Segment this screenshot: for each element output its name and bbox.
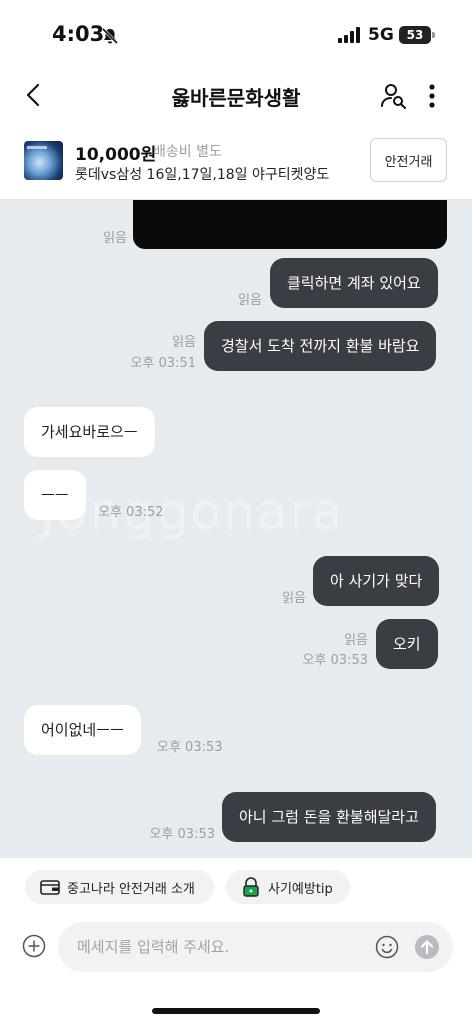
message-time: 오후 03:53 bbox=[149, 827, 215, 842]
status-bar: 4:03 5G 53 bbox=[0, 0, 472, 70]
safe-trade-button[interactable]: 안전거래 bbox=[370, 138, 447, 182]
message-time: 오후 03:53 bbox=[157, 740, 223, 755]
battery-indicator: 53 bbox=[399, 26, 435, 44]
message-bubble: 아 사기가 맞다 bbox=[313, 556, 440, 606]
signal-icon bbox=[338, 27, 360, 43]
lock-icon bbox=[243, 877, 259, 897]
read-receipt: 읽음 bbox=[103, 231, 127, 246]
home-indicator bbox=[152, 1008, 320, 1014]
bell-muted-icon bbox=[101, 27, 119, 45]
message-bubble: ㅡㅡ bbox=[24, 470, 86, 520]
message-time: 오후 03:53 bbox=[302, 653, 368, 668]
message-bubble: 아니 그럼 돈을 환불해달라고 bbox=[222, 792, 436, 842]
product-summary[interactable]: 10,000원 배송비 별도 롯데vs삼성 16일,17일,18일 야구티켓양도… bbox=[0, 122, 472, 200]
product-thumbnail[interactable] bbox=[24, 141, 63, 180]
product-title: 롯데vs삼성 16일,17일,18일 야구티켓양도 bbox=[75, 167, 330, 183]
shipping-note: 배송비 별도 bbox=[153, 144, 222, 160]
read-receipt: 읽음 bbox=[172, 335, 196, 350]
network-label: 5G bbox=[368, 25, 394, 45]
watermark: Jonggonara bbox=[40, 483, 345, 541]
user-search-icon[interactable] bbox=[380, 82, 408, 110]
emoji-icon[interactable] bbox=[375, 935, 399, 959]
read-receipt: 읽음 bbox=[282, 591, 306, 606]
wallet-icon bbox=[40, 880, 60, 895]
chat-header: 옳바른문화생활 bbox=[0, 70, 472, 122]
chip-label: 사기예방tip bbox=[268, 881, 333, 897]
message-bubble: 경찰서 도착 전까지 환불 바람요 bbox=[204, 321, 437, 371]
message-bubble: 클릭하면 계좌 있어요 bbox=[270, 258, 438, 308]
read-receipt: 읽음 bbox=[238, 293, 262, 308]
message-bubble-censored bbox=[133, 200, 447, 249]
fraud-tip-chip[interactable]: 사기예방tip bbox=[226, 870, 350, 904]
more-options-icon[interactable] bbox=[422, 82, 442, 110]
message-bubble: 가세요바로으ㅡ bbox=[24, 407, 155, 457]
message-time: 오후 03:52 bbox=[98, 505, 164, 520]
status-time: 4:03 bbox=[52, 22, 105, 46]
chip-label: 중고나라 안전거래 소개 bbox=[67, 881, 195, 897]
add-attachment-icon[interactable] bbox=[22, 934, 46, 958]
read-receipt: 읽음 bbox=[344, 633, 368, 648]
message-bubble: 오키 bbox=[376, 619, 438, 669]
chat-messages[interactable]: Jonggonara 읽음 클릭하면 계좌 있어요 읽음 경찰서 도착 전까지 … bbox=[0, 200, 472, 858]
send-icon[interactable] bbox=[415, 935, 439, 959]
message-bubble: 어이없네ㅡㅡ bbox=[24, 705, 141, 755]
safe-trade-intro-chip[interactable]: 중고나라 안전거래 소개 bbox=[25, 870, 214, 904]
product-price: 10,000원 bbox=[75, 145, 157, 165]
composer-area: 중고나라 안전거래 소개 사기예방tip bbox=[0, 858, 472, 1024]
message-time: 오후 03:51 bbox=[130, 356, 196, 371]
